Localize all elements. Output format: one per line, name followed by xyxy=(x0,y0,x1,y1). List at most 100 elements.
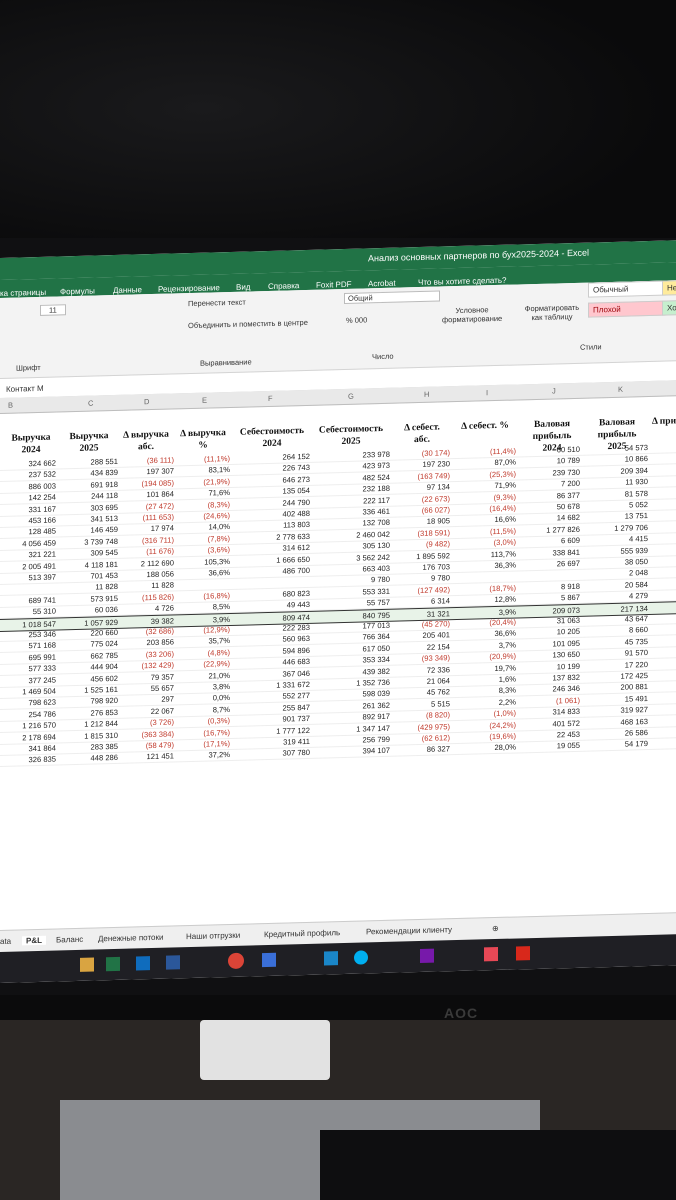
table-cell[interactable]: 19,7% xyxy=(454,663,516,674)
table-cell[interactable]: (8,3%) xyxy=(176,500,230,510)
table-cell[interactable]: 0,0% xyxy=(176,693,230,703)
table-cell[interactable]: (363 384) xyxy=(118,729,174,739)
table-cell[interactable]: 232 188 xyxy=(318,484,390,495)
table-cell[interactable]: 689 741 xyxy=(0,595,56,605)
table-cell[interactable]: 553 331 xyxy=(318,587,390,598)
table-cell[interactable]: 55 310 xyxy=(0,607,56,617)
table-cell[interactable]: 12,8% xyxy=(454,595,516,606)
table-cell[interactable]: 560 963 xyxy=(240,634,310,645)
table-cell[interactable]: (45 270) xyxy=(396,619,450,629)
table-cell[interactable]: 338 841 xyxy=(522,547,580,558)
table-cell[interactable]: 598 039 xyxy=(318,689,390,700)
table-cell[interactable]: 305 130 xyxy=(318,541,390,552)
table-cell[interactable]: 798 623 xyxy=(0,698,56,708)
table-cell[interactable]: (4,8%) xyxy=(176,648,230,658)
table-cell[interactable]: (22,9%) xyxy=(176,659,230,669)
table-cell[interactable]: 434 839 xyxy=(60,468,118,479)
table-cell[interactable]: (11,5%) xyxy=(454,526,516,537)
table-cell[interactable] xyxy=(0,584,56,585)
col-e[interactable]: E xyxy=(202,396,207,405)
table-cell[interactable]: 456 602 xyxy=(60,674,118,685)
table-cell[interactable]: 3 562 242 xyxy=(318,552,390,563)
table-cell[interactable]: 205 401 xyxy=(396,631,450,641)
table-cell[interactable]: 297 xyxy=(118,695,174,705)
table-cell[interactable]: 130 650 xyxy=(522,650,580,661)
table-cell[interactable]: 176 703 xyxy=(396,562,450,572)
table-cell[interactable]: (11 676) xyxy=(118,547,174,557)
table-cell[interactable]: 892 917 xyxy=(318,712,390,723)
table-cell[interactable]: 1 469 504 xyxy=(0,687,56,697)
table-cell[interactable]: 49 443 xyxy=(240,600,310,611)
file-explorer-icon[interactable] xyxy=(80,957,94,972)
table-cell[interactable]: 197 307 xyxy=(118,467,174,477)
table-cell[interactable]: 439 382 xyxy=(318,666,390,677)
name-box[interactable]: Контакт М xyxy=(6,384,44,394)
table-cell[interactable]: 233 978 xyxy=(318,450,390,461)
table-cell[interactable]: 276 853 xyxy=(60,708,118,719)
table-cell[interactable]: (9,3%) xyxy=(454,492,516,503)
table-cell[interactable]: 255 847 xyxy=(240,703,310,714)
merge-center-button[interactable]: Объединить и поместить в центре xyxy=(188,318,308,330)
table-cell[interactable]: 513 397 xyxy=(0,573,56,583)
table-cell[interactable]: (11,1%) xyxy=(176,454,230,464)
table-cell[interactable]: 86 327 xyxy=(396,745,450,755)
table-cell[interactable]: 394 107 xyxy=(318,746,390,757)
table-cell[interactable]: 135 054 xyxy=(240,486,310,497)
table-cell[interactable]: 577 333 xyxy=(0,664,56,674)
table-cell[interactable]: 444 904 xyxy=(60,662,118,673)
table-cell[interactable]: (62 612) xyxy=(396,733,450,743)
table-cell[interactable]: (20,9%) xyxy=(454,652,516,663)
table-cell[interactable]: 239 730 xyxy=(522,468,580,479)
table-cell[interactable]: 18 905 xyxy=(396,517,450,527)
table-cell[interactable]: 21,0% xyxy=(176,671,230,681)
chrome-icon[interactable] xyxy=(228,952,244,970)
table-cell[interactable]: 177 013 xyxy=(318,621,390,632)
col-f[interactable]: F xyxy=(268,394,273,403)
sheet-tab-balance[interactable]: Баланс xyxy=(56,935,83,945)
table-cell[interactable]: 573 915 xyxy=(60,594,118,605)
table-cell[interactable]: (30 174) xyxy=(396,448,450,458)
table-cell[interactable]: 798 920 xyxy=(60,696,118,707)
table-cell[interactable]: 1 352 736 xyxy=(318,678,390,689)
table-cell[interactable]: (194 085) xyxy=(118,478,174,488)
table-cell[interactable]: 86 377 xyxy=(522,490,580,501)
table-cell[interactable]: 17 974 xyxy=(118,524,174,534)
table-cell[interactable]: 1 216 570 xyxy=(0,721,56,731)
table-cell[interactable]: 1 347 147 xyxy=(318,723,390,734)
table-cell[interactable]: 5 052 xyxy=(588,500,648,511)
table-cell[interactable]: 555 939 xyxy=(588,546,648,557)
table-cell[interactable]: 10 205 xyxy=(522,627,580,638)
table-cell[interactable]: 402 488 xyxy=(240,509,310,520)
table-cell[interactable]: 6 314 xyxy=(396,596,450,606)
table-cell[interactable]: (36 111) xyxy=(118,455,174,465)
table-cell[interactable]: 11 828 xyxy=(118,581,174,591)
table-cell[interactable]: (20,4%) xyxy=(454,617,516,628)
table-cell[interactable]: 8,7% xyxy=(176,705,230,715)
table-cell[interactable]: 50 678 xyxy=(522,502,580,513)
table-cell[interactable]: 132 708 xyxy=(318,518,390,529)
table-cell[interactable]: 37,2% xyxy=(176,750,230,760)
table-cell[interactable]: 486 700 xyxy=(240,566,310,577)
table-cell[interactable]: 14 682 xyxy=(522,513,580,524)
table-cell[interactable]: 45 735 xyxy=(588,637,648,648)
table-cell[interactable]: 2 778 633 xyxy=(240,532,310,543)
table-cell[interactable]: 35,7% xyxy=(176,636,230,646)
sheet-tab-pl[interactable]: P&L xyxy=(22,935,46,946)
table-cell[interactable]: (7,8%) xyxy=(176,534,230,544)
table-cell[interactable]: 264 152 xyxy=(240,452,310,463)
number-format-select[interactable]: Общий xyxy=(344,290,440,304)
table-cell[interactable]: 91 570 xyxy=(588,648,648,659)
table-cell[interactable]: 307 780 xyxy=(240,748,310,759)
table-cell[interactable]: 101 864 xyxy=(118,490,174,500)
table-cell[interactable]: (127 492) xyxy=(396,585,450,595)
sheet-tab-shipments[interactable]: Наши отгрузки xyxy=(186,931,240,941)
sheet-tab-cash-flow[interactable]: Денежные потоки xyxy=(98,933,163,944)
table-cell[interactable]: 222 283 xyxy=(240,623,310,634)
sheet-tab-credit-profile[interactable]: Кредитный профиль xyxy=(264,928,340,939)
add-sheet-icon[interactable]: ⊕ xyxy=(492,924,499,933)
acrobat-icon[interactable] xyxy=(516,946,530,961)
table-cell[interactable]: (24,6%) xyxy=(176,511,230,521)
style-good[interactable]: Хо xyxy=(662,300,676,316)
table-cell[interactable]: 5 867 xyxy=(522,593,580,604)
table-cell[interactable]: (66 027) xyxy=(396,505,450,515)
